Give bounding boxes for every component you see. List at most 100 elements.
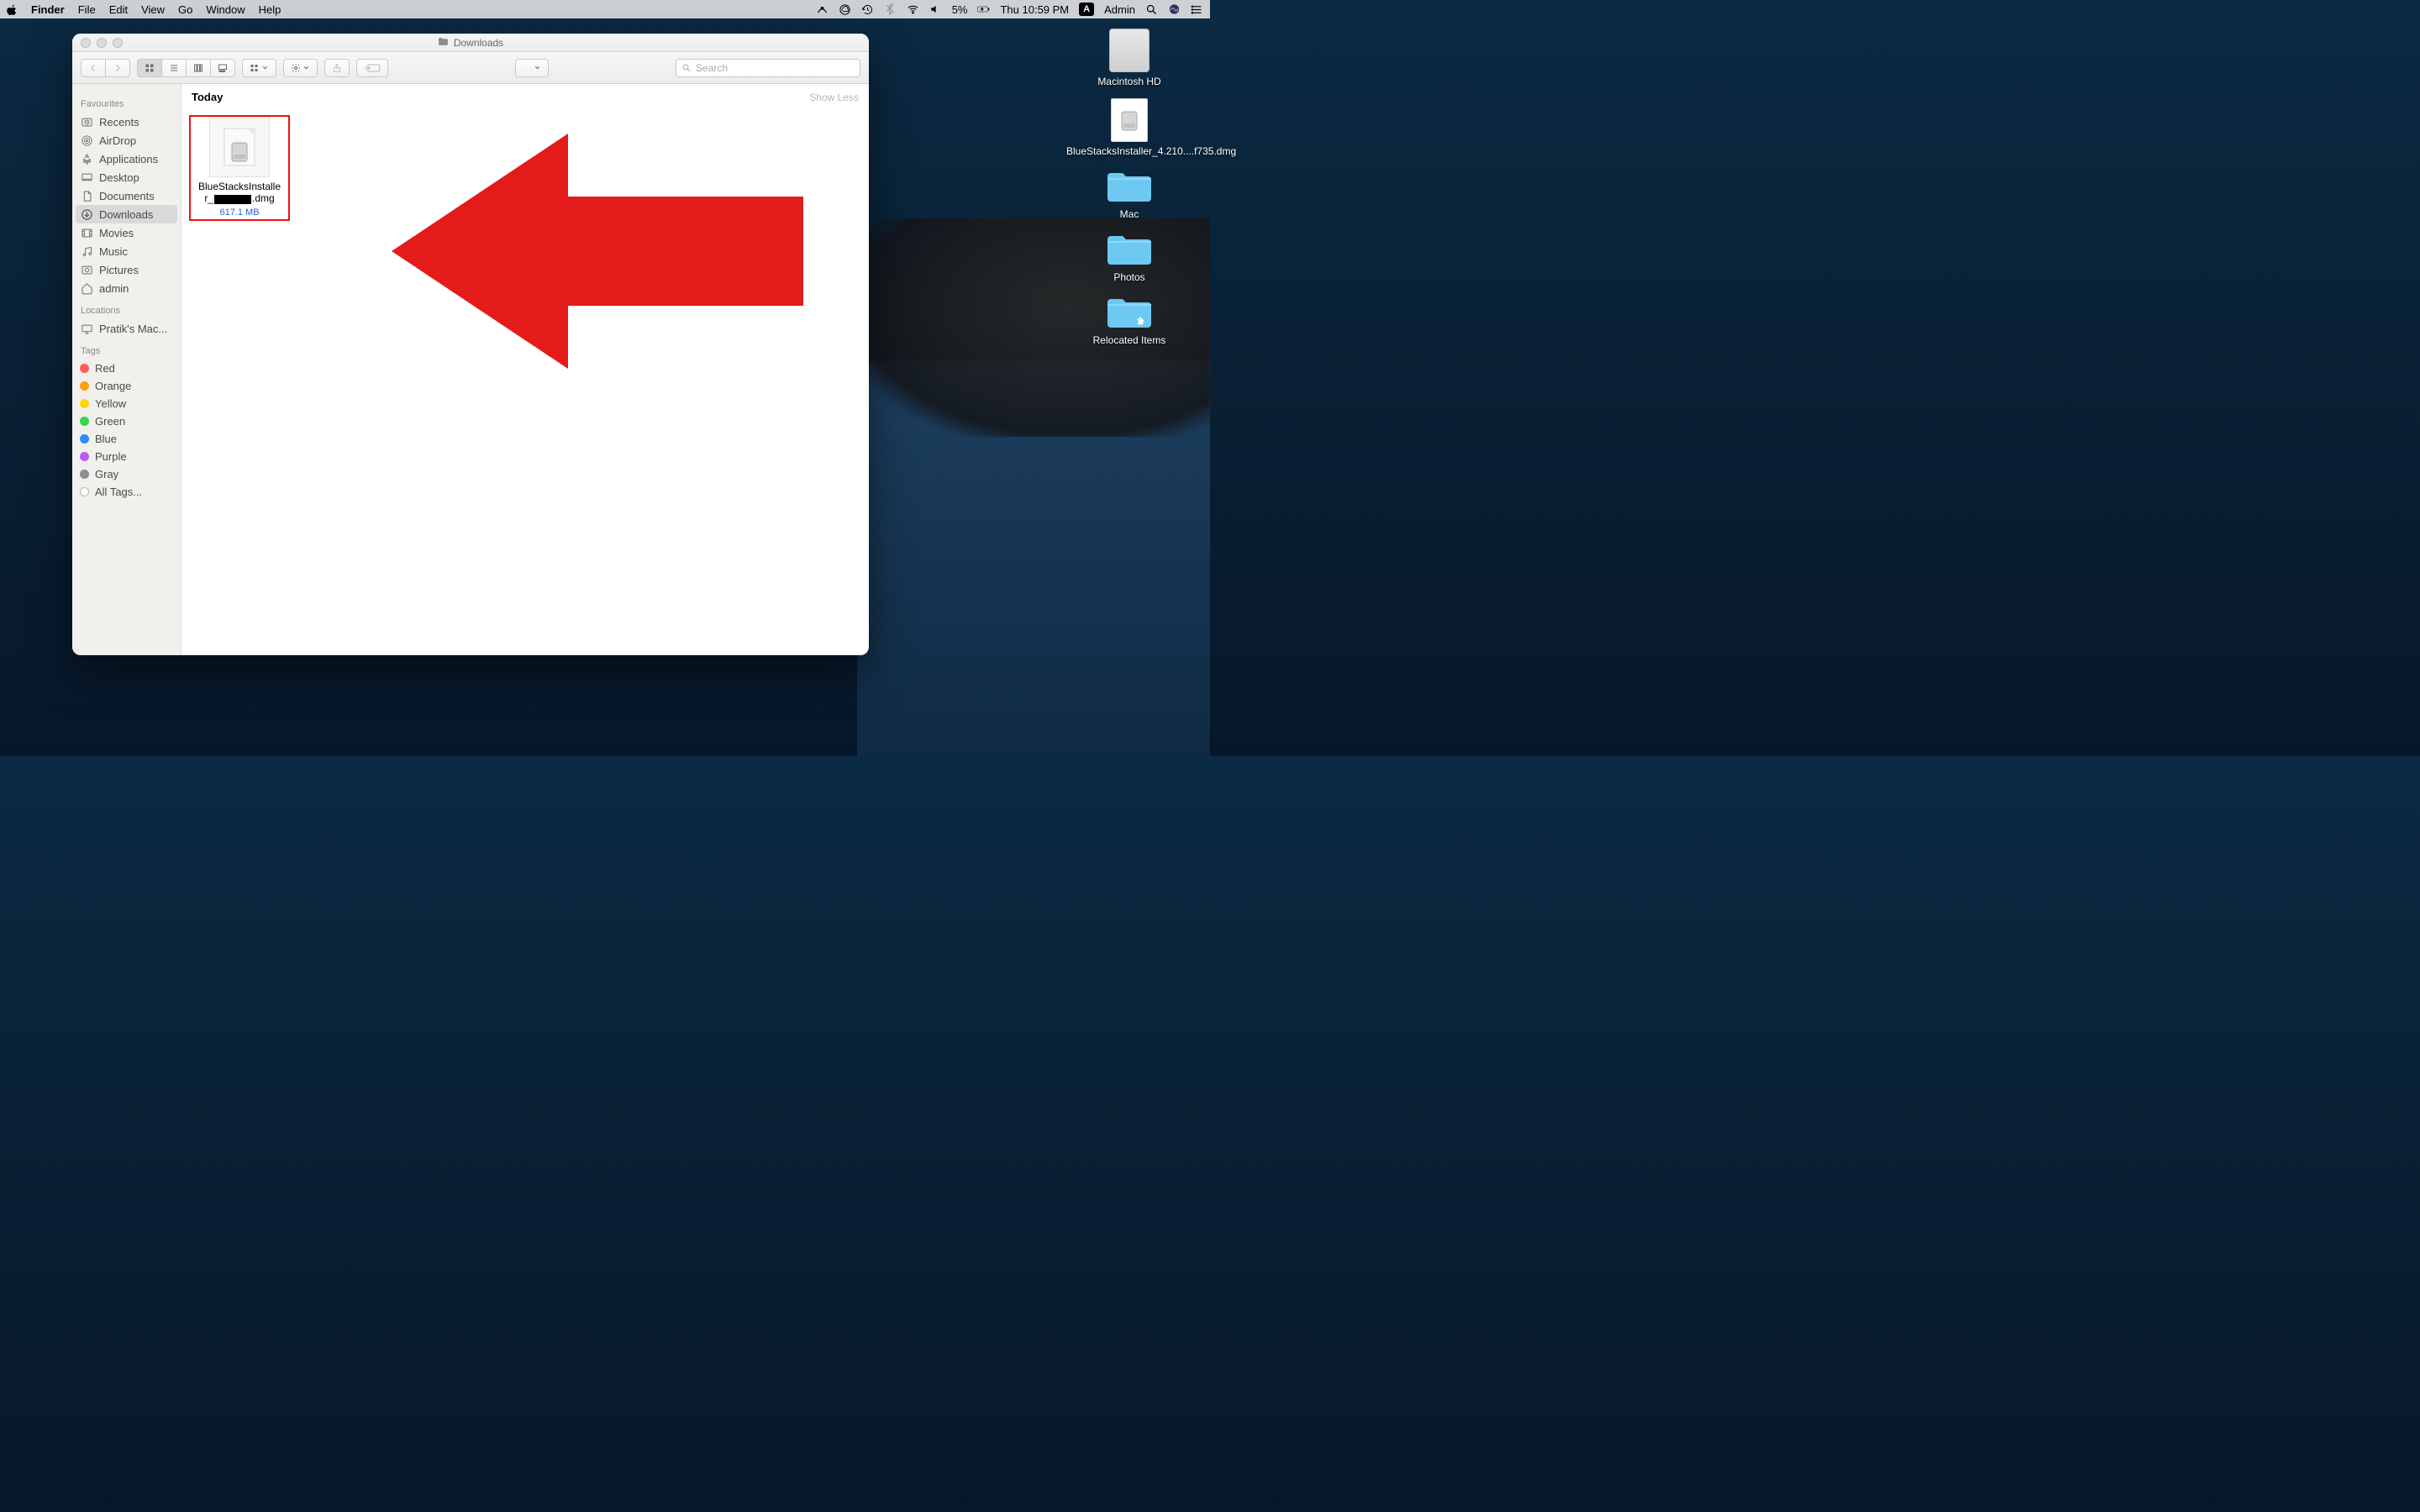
path-dropdown-button[interactable] — [515, 59, 549, 77]
tag-dot-icon — [80, 434, 89, 444]
creative-cloud-icon[interactable] — [839, 3, 851, 16]
sidebar-item-pictures[interactable]: Pictures — [72, 260, 181, 279]
bluetooth-icon[interactable] — [884, 3, 897, 16]
user-menu[interactable]: Admin — [1104, 3, 1135, 16]
sidebar-item-music[interactable]: Music — [72, 242, 181, 260]
wifi-alt-icon[interactable] — [816, 3, 829, 16]
volume-icon[interactable] — [929, 3, 942, 16]
view-group — [137, 59, 235, 77]
sidebar-favourites-header: Favourites — [72, 96, 181, 113]
pictures-icon — [80, 263, 93, 276]
menu-app-name[interactable]: Finder — [31, 3, 65, 16]
clock-drive-icon — [80, 115, 93, 129]
nav-group — [81, 59, 130, 77]
forward-button[interactable] — [106, 59, 130, 77]
desktop-icons: Macintosh HD BlueStacksInstaller_4.210..… — [1062, 29, 1197, 347]
sidebar-tag-blue[interactable]: Blue — [72, 430, 181, 448]
menu-edit[interactable]: Edit — [109, 3, 128, 16]
battery-icon[interactable] — [977, 3, 990, 16]
sidebar-item-label: Desktop — [99, 171, 139, 184]
desktop-item-folder-photos[interactable]: Photos — [1066, 231, 1192, 284]
spotlight-icon[interactable] — [1145, 3, 1158, 16]
sidebar-tag-red[interactable]: Red — [72, 360, 181, 377]
desktop-item-bluestacks-dmg[interactable]: BlueStacksInstaller_4.210....f735.dmg — [1066, 98, 1192, 158]
tag-empty-icon — [80, 487, 89, 496]
desktop-item-label: BlueStacksInstaller_4.210....f735.dmg — [1066, 145, 1192, 158]
movies-icon — [80, 226, 93, 239]
sidebar-tag-green[interactable]: Green — [72, 412, 181, 430]
action-button[interactable] — [283, 59, 318, 77]
home-icon — [80, 281, 93, 295]
menu-window[interactable]: Window — [206, 3, 245, 16]
file-item-bluestacks-dmg[interactable]: BlueStacksInstalle r_.dmg 617.1 MB — [190, 117, 289, 218]
notification-center-icon[interactable] — [1191, 3, 1203, 16]
share-button[interactable] — [324, 59, 350, 77]
window-zoom-button[interactable] — [113, 38, 123, 48]
sidebar-all-tags[interactable]: All Tags... — [72, 483, 181, 501]
applications-icon — [80, 152, 93, 165]
sidebar-item-documents[interactable]: Documents — [72, 186, 181, 205]
sidebar-item-label: Pictures — [99, 264, 139, 276]
sidebar-item-desktop[interactable]: Desktop — [72, 168, 181, 186]
search-placeholder: Search — [696, 62, 728, 74]
sidebar-item-label: Gray — [95, 468, 118, 480]
sidebar-item-remote-mac[interactable]: Pratik's Mac... — [72, 319, 181, 338]
downloads-icon — [80, 207, 93, 221]
sidebar-item-label: Music — [99, 245, 128, 258]
menu-view[interactable]: View — [141, 3, 165, 16]
sidebar-item-label: Movies — [99, 227, 134, 239]
menu-bar: Finder File Edit View Go Window Help 5% … — [0, 0, 1210, 18]
sidebar-item-airdrop[interactable]: AirDrop — [72, 131, 181, 150]
folder-icon — [438, 37, 449, 49]
dmg-file-icon — [1111, 98, 1148, 142]
sidebar-item-admin[interactable]: admin — [72, 279, 181, 297]
tags-button[interactable] — [356, 59, 388, 77]
input-source-icon[interactable]: A — [1079, 3, 1094, 16]
wifi-icon[interactable] — [907, 3, 919, 16]
menu-go[interactable]: Go — [178, 3, 192, 16]
annotation-red-arrow — [392, 134, 803, 369]
apple-menu-icon[interactable] — [7, 4, 18, 15]
sidebar-locations-header: Locations — [72, 302, 181, 319]
desktop-item-macintosh-hd[interactable]: Macintosh HD — [1066, 29, 1192, 88]
sidebar-item-movies[interactable]: Movies — [72, 223, 181, 242]
display-icon — [80, 322, 93, 335]
desktop-item-label: Macintosh HD — [1066, 76, 1192, 88]
time-machine-icon[interactable] — [861, 3, 874, 16]
desktop-item-folder-relocated[interactable]: Relocated Items — [1066, 294, 1192, 347]
group-by-button[interactable] — [242, 59, 276, 77]
desktop-item-label: Mac — [1066, 208, 1192, 221]
search-field[interactable]: Search — [676, 59, 860, 77]
desktop-item-folder-mac[interactable]: Mac — [1066, 168, 1192, 221]
list-view-button[interactable] — [162, 59, 187, 77]
documents-icon — [80, 189, 93, 202]
sidebar-item-recents[interactable]: Recents — [72, 113, 181, 131]
back-button[interactable] — [81, 59, 106, 77]
sidebar-item-applications[interactable]: Applications — [72, 150, 181, 168]
gallery-view-button[interactable] — [211, 59, 235, 77]
sidebar-item-label: Yellow — [95, 397, 126, 410]
column-view-button[interactable] — [187, 59, 211, 77]
sidebar-tag-purple[interactable]: Purple — [72, 448, 181, 465]
folder-icon — [1104, 294, 1155, 331]
siri-icon[interactable] — [1168, 3, 1181, 16]
tag-dot-icon — [80, 417, 89, 426]
window-close-button[interactable] — [81, 38, 91, 48]
show-less-button[interactable]: Show Less — [809, 92, 859, 103]
group-label: Today — [192, 91, 223, 103]
sidebar-tag-yellow[interactable]: Yellow — [72, 395, 181, 412]
window-minimize-button[interactable] — [97, 38, 107, 48]
menu-file[interactable]: File — [78, 3, 96, 16]
sidebar-tag-gray[interactable]: Gray — [72, 465, 181, 483]
finder-sidebar: Favourites Recents AirDrop Applications … — [72, 84, 182, 655]
finder-window: Downloads Search — [72, 34, 869, 655]
sidebar-item-downloads[interactable]: Downloads — [76, 205, 177, 223]
battery-percent[interactable]: 5% — [952, 3, 968, 16]
sidebar-item-label: admin — [99, 282, 129, 295]
sidebar-tag-orange[interactable]: Orange — [72, 377, 181, 395]
folder-icon — [1104, 231, 1155, 268]
menu-help[interactable]: Help — [259, 3, 281, 16]
tag-dot-icon — [80, 399, 89, 408]
clock[interactable]: Thu 10:59 PM — [1000, 3, 1069, 16]
icon-view-button[interactable] — [137, 59, 162, 77]
